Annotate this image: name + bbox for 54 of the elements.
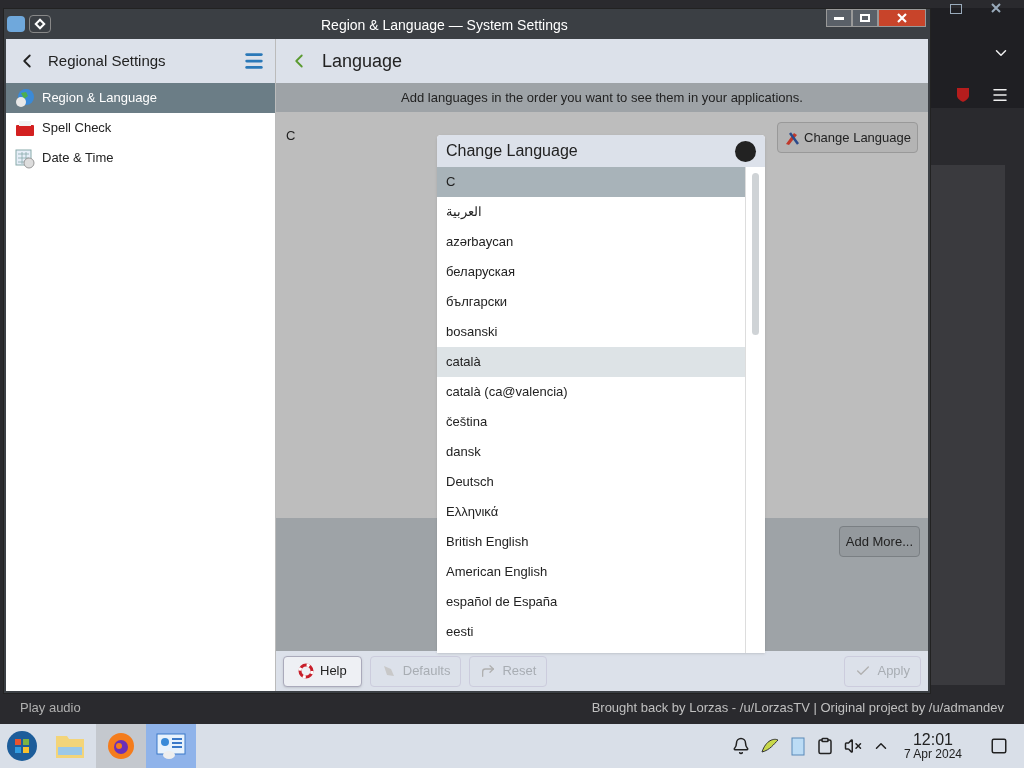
- language-option[interactable]: español de España: [437, 587, 745, 617]
- clock-time: 12:01: [912, 730, 953, 749]
- language-option[interactable]: eesti: [437, 617, 745, 647]
- credit-text: Brought back by Lorzas - /u/LorzasTV | Original project by /u/admandev: [591, 699, 1004, 717]
- firefox-icon[interactable]: [96, 724, 146, 768]
- caption-text: Play audio: [20, 699, 81, 717]
- language-option[interactable]: bosanski: [437, 317, 745, 347]
- bell-icon[interactable]: [731, 737, 750, 755]
- maximize-button[interactable]: [852, 9, 878, 27]
- close-icon: [896, 13, 908, 23]
- clipboard-bottle-icon[interactable]: [789, 735, 806, 757]
- close-icon[interactable]: [990, 2, 1002, 14]
- sidebar-item[interactable]: Spell Check: [6, 113, 275, 143]
- language-option[interactable]: Deutsch: [437, 467, 745, 497]
- pin-icon[interactable]: [29, 15, 51, 33]
- menu-icon[interactable]: [991, 86, 1009, 104]
- help-button[interactable]: Help: [283, 655, 362, 687]
- language-option[interactable]: български: [437, 287, 745, 317]
- language-option[interactable]: Ελληνικά: [437, 497, 745, 527]
- clock-date: 7 Apr 2024: [903, 748, 962, 762]
- sidebar-title: Regional Settings: [48, 50, 167, 71]
- sidebar-item[interactable]: Date & Time: [6, 143, 275, 173]
- leaf-icon[interactable]: [759, 736, 780, 756]
- language-entry: C: [286, 127, 296, 145]
- lifebuoy-icon: [298, 663, 314, 679]
- calendar-icon: [14, 147, 36, 169]
- shield-icon[interactable]: [956, 87, 970, 103]
- page-title: Language: [322, 49, 403, 73]
- sidebar-item[interactable]: Region & Language: [6, 83, 275, 113]
- language-option[interactable]: беларуская: [437, 257, 745, 287]
- add-more-button[interactable]: Add More...: [838, 526, 920, 557]
- clipboard-icon[interactable]: [815, 737, 834, 755]
- restore-icon[interactable]: [950, 4, 962, 14]
- language-option[interactable]: العربية: [437, 197, 745, 227]
- language-option[interactable]: azərbaycan: [437, 227, 745, 257]
- app-icon[interactable]: [7, 16, 25, 32]
- show-desktop-icon[interactable]: [990, 737, 1008, 755]
- language-option[interactable]: dansk: [437, 437, 745, 467]
- language-option[interactable]: American English: [437, 557, 745, 587]
- language-option[interactable]: C: [437, 167, 745, 197]
- minimize-button[interactable]: [826, 9, 852, 27]
- change-language-button[interactable]: Change Language: [777, 122, 918, 153]
- close-button[interactable]: [878, 9, 926, 27]
- reset-icon: [480, 663, 497, 679]
- dialog-title: Change Language: [446, 141, 578, 161]
- info-bar: Add languages in the order you want to see them in your applications.: [276, 83, 928, 112]
- language-option[interactable]: català (ca@valencia): [437, 377, 745, 407]
- window-title: Region & Language — System Settings: [321, 16, 568, 35]
- language-option[interactable]: čeština: [437, 407, 745, 437]
- language-option[interactable]: British English: [437, 527, 745, 557]
- language-option[interactable]: català: [437, 347, 745, 377]
- globe-icon: [14, 87, 36, 109]
- system-settings-icon[interactable]: [146, 724, 196, 768]
- mute-icon[interactable]: [843, 737, 862, 755]
